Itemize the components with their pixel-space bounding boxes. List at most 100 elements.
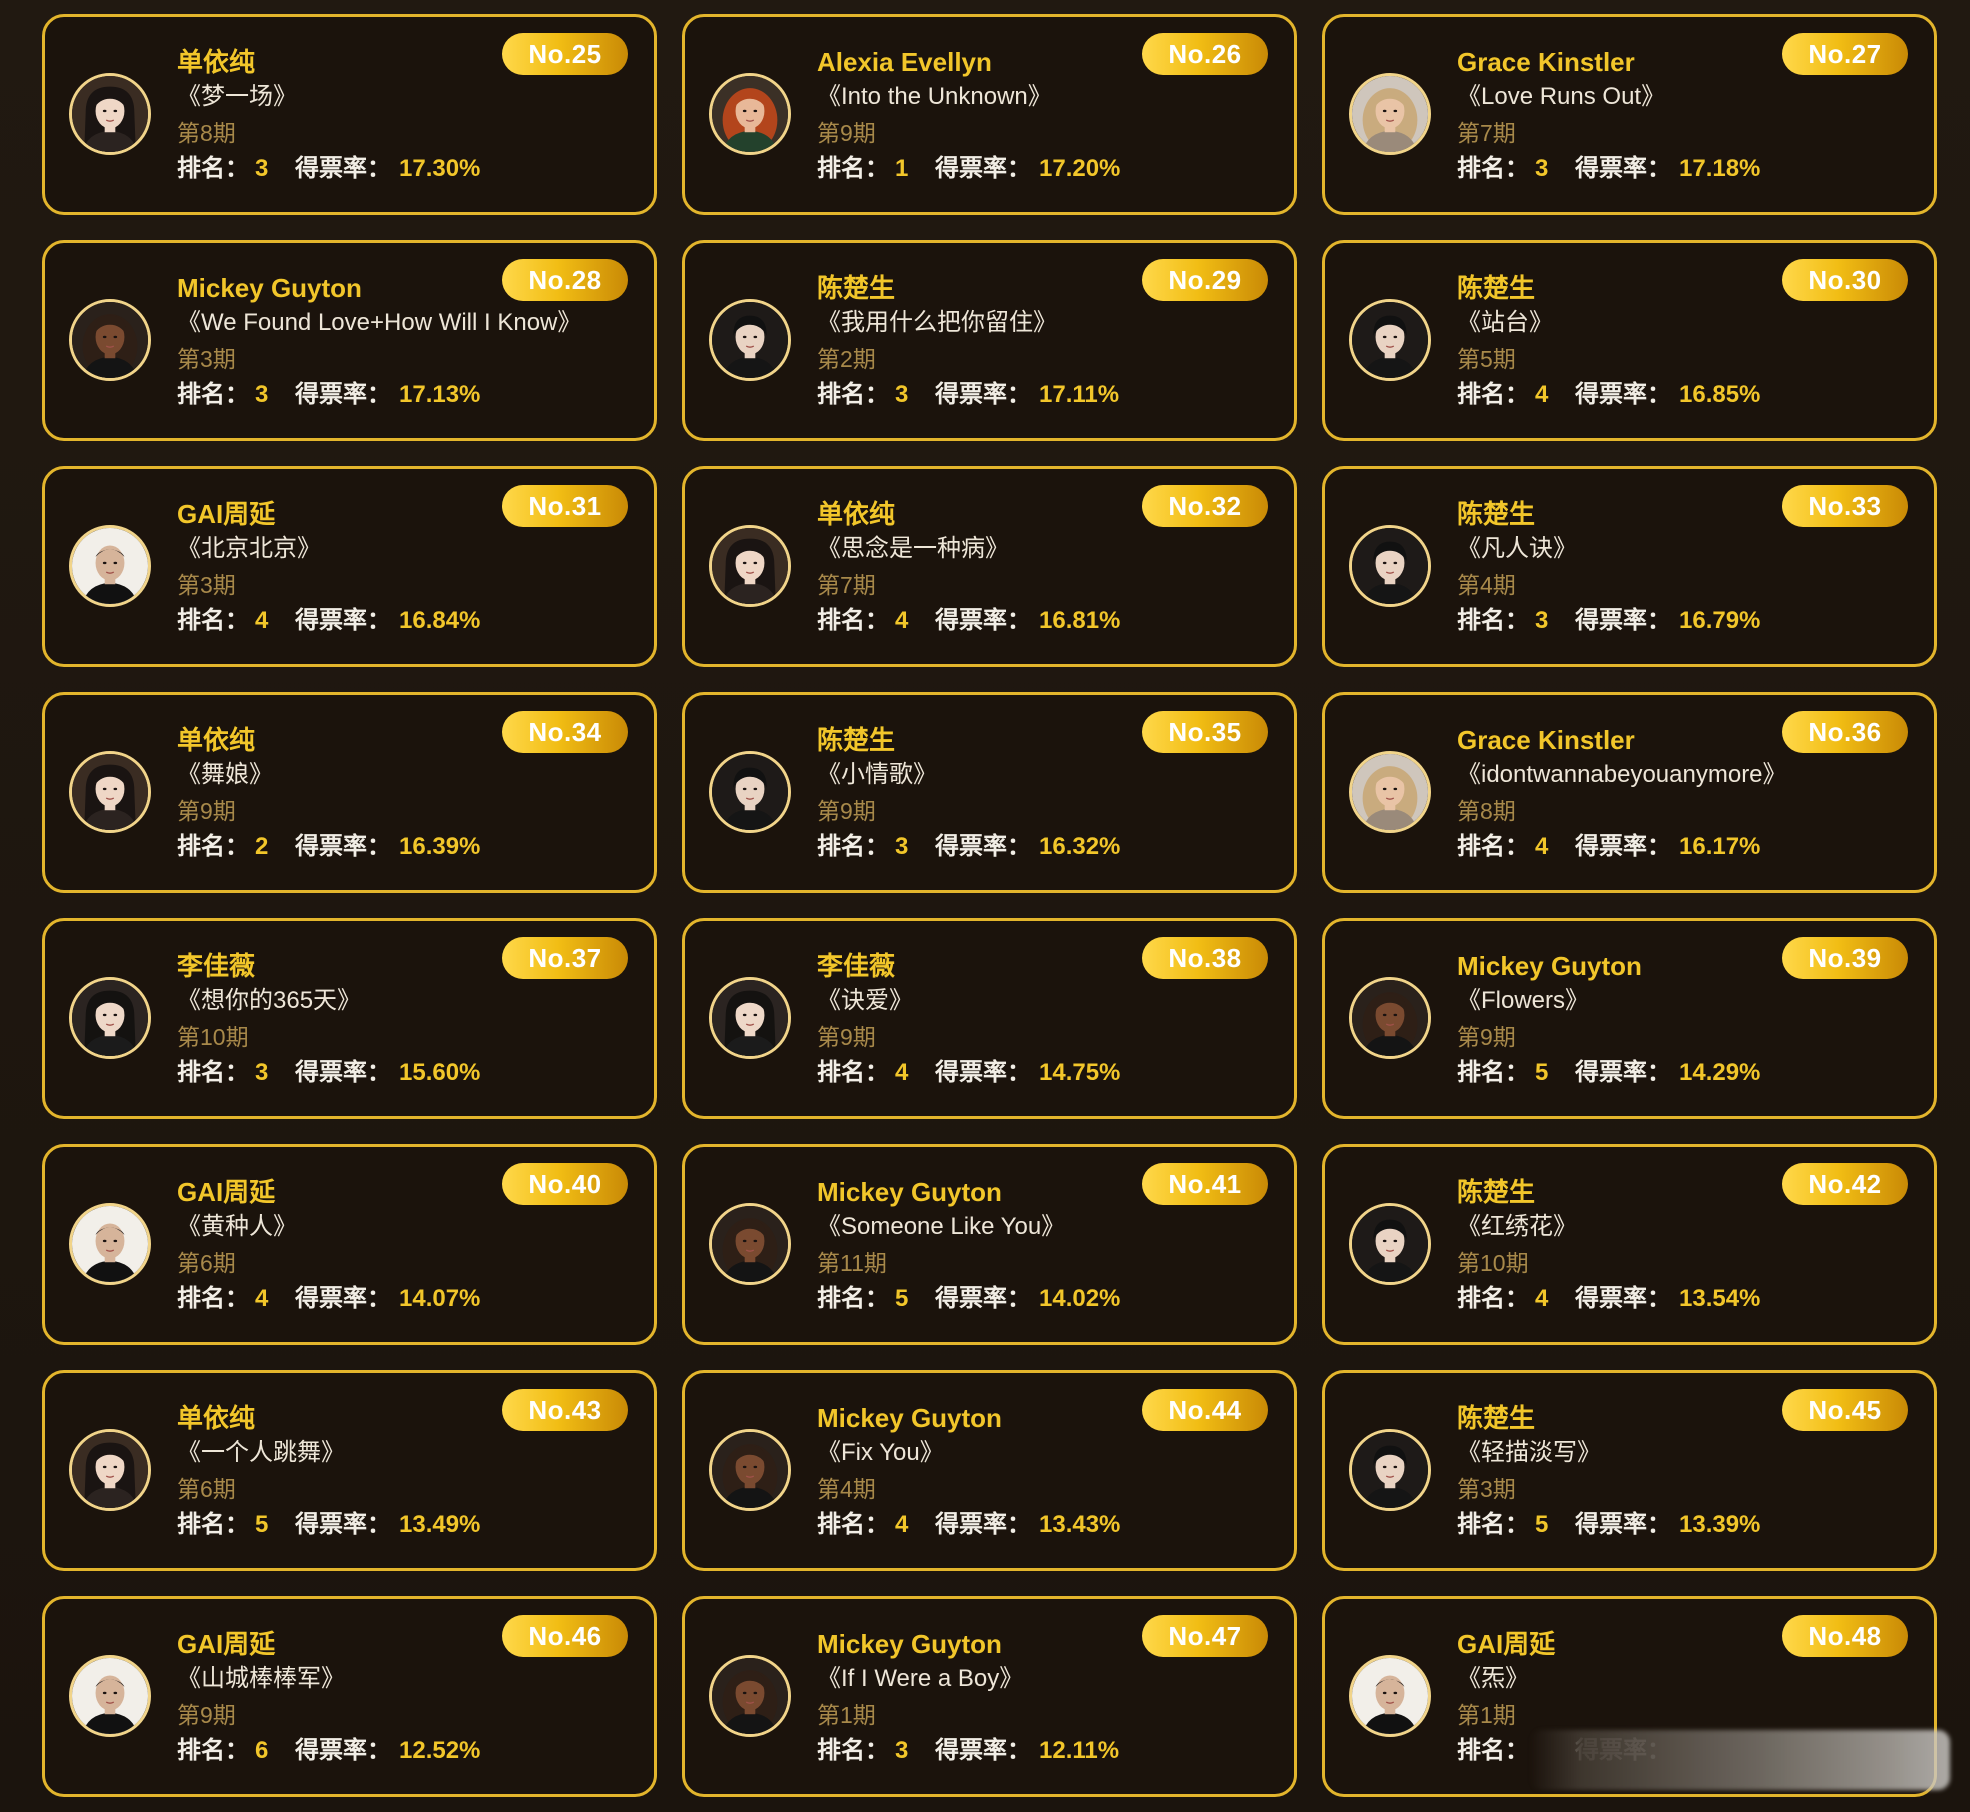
stats-line: 排名： 1 得票率： 17.20% (817, 151, 1284, 187)
episode-label: 第10期 (177, 1024, 249, 1050)
singer-name: GAI周延 (177, 1177, 276, 1207)
song-title: 《一个人跳舞》 (177, 1439, 345, 1466)
episode-rank-value: 5 (255, 1511, 269, 1538)
episode-label: 第5期 (1457, 346, 1516, 372)
ranking-card-no42[interactable]: No.42 陈楚生 《红绣花》 第10期 排名： 4 得票率： 13.54% (1322, 1144, 1937, 1345)
vote-rate-value: 12.52% (399, 1737, 481, 1764)
episode-rank-value: 4 (895, 1059, 909, 1086)
short-dark-hair-man-avatar (1349, 299, 1431, 381)
ranking-card-no29[interactable]: No.29 陈楚生 《我用什么把你留住》 第2期 排名： 3 得票率： 17.11% (682, 240, 1297, 441)
episode-rank-value: 3 (255, 1059, 269, 1086)
ranking-card-no33[interactable]: No.33 陈楚生 《凡人诀》 第4期 排名： 3 得票率： 16.79% (1322, 466, 1937, 667)
episode-label: 第9期 (817, 1024, 876, 1050)
short-dark-hair-man-avatar (1349, 1203, 1431, 1285)
ranking-card-no44[interactable]: No.44 Mickey Guyton 《Fix You》 第4期 排名： 4 得票… (682, 1370, 1297, 1571)
vote-rate-value: 13.39% (1679, 1511, 1761, 1538)
ranking-card-no36[interactable]: No.36 Grace Kinstler 《idontwannabeyouany… (1322, 692, 1937, 893)
song-title: 《小情歌》 (817, 761, 937, 788)
ranking-card-no28[interactable]: No.28 Mickey Guyton 《We Found Love+How W… (42, 240, 657, 441)
card-info: Mickey Guyton 《Fix You》 第4期 排名： 4 得票率： 13.4… (817, 1401, 1284, 1543)
vote-rate-label: 得票率： (935, 1059, 1031, 1086)
singer-name: GAI周延 (1457, 1629, 1556, 1659)
vote-rate-label: 得票率： (295, 607, 391, 634)
ranking-card-no31[interactable]: No.31 GAI周延 《北京北京》 第3期 排名： 4 得票率： 16.84% (42, 466, 657, 667)
card-info: Mickey Guyton 《If I Were a Boy》 第1期 排名： 3… (817, 1627, 1284, 1769)
episode-rank-value: 3 (1535, 155, 1549, 182)
vote-rate-value: 17.13% (399, 381, 481, 408)
episode-label: 第7期 (817, 572, 876, 598)
ranking-card-no45[interactable]: No.45 陈楚生 《轻描淡写》 第3期 排名： 5 得票率： 13.39% (1322, 1370, 1937, 1571)
episode-rank-value: 3 (1535, 607, 1549, 634)
vote-rate-label: 得票率： (295, 1059, 391, 1086)
rank-label: 排名： (1457, 381, 1529, 408)
rank-label: 排名： (817, 1511, 889, 1538)
stats-line: 排名： 4 得票率： 13.54% (1457, 1281, 1924, 1317)
vote-rate-value: 14.02% (1039, 1285, 1121, 1312)
stats-line: 排名： 4 得票率： 16.81% (817, 603, 1284, 639)
short-dark-hair-man-avatar (1349, 525, 1431, 607)
rank-label: 排名： (1457, 1059, 1529, 1086)
vote-rate-label: 得票率： (1575, 381, 1671, 408)
ranking-card-no25[interactable]: No.25 单依纯 《梦一场》 第8期 排名： 3 得票率： 17.30% (42, 14, 657, 215)
ranking-card-no40[interactable]: No.40 GAI周延 《黄种人》 第6期 排名： 4 得票率： 14.07% (42, 1144, 657, 1345)
singer-name: 陈楚生 (817, 273, 896, 303)
ranking-card-no26[interactable]: No.26 Alexia Evellyn 《Into the Unknown》 … (682, 14, 1297, 215)
episode-rank-value: 3 (255, 155, 269, 182)
card-info: 陈楚生 《站台》 第5期 排名： 4 得票率： 16.85% (1457, 271, 1924, 413)
episode-label: 第8期 (177, 120, 236, 146)
vote-rate-label: 得票率： (935, 155, 1031, 182)
ranking-card-no46[interactable]: No.46 GAI周延 《山城棒棒军》 第9期 排名： 6 得票率： 12.52% (42, 1596, 657, 1797)
singer-name: Alexia Evellyn (817, 47, 992, 77)
card-info: GAI周延 《黄种人》 第6期 排名： 4 得票率： 14.07% (177, 1175, 644, 1317)
ranking-card-no41[interactable]: No.41 Mickey Guyton 《Someone Like You》 第… (682, 1144, 1297, 1345)
singer-name: 李佳薇 (177, 951, 256, 981)
song-title: 《We Found Love+How Will I Know》 (177, 309, 582, 336)
dark-curly-hair-woman-avatar (709, 1203, 791, 1285)
stats-line: 排名： 3 得票率： 17.11% (817, 377, 1284, 413)
episode-rank-value: 4 (1535, 1285, 1549, 1312)
vote-rate-value: 14.75% (1039, 1059, 1121, 1086)
ranking-card-no30[interactable]: No.30 陈楚生 《站台》 第5期 排名： 4 得票率： 16.85% (1322, 240, 1937, 441)
episode-rank-value: 4 (895, 607, 909, 634)
ranking-page: No.25 单依纯 《梦一场》 第8期 排名： 3 得票率： 17.30% No.26… (0, 0, 1970, 1812)
stats-line: 排名： 3 得票率： 15.60% (177, 1055, 644, 1091)
vote-rate-value: 16.32% (1039, 833, 1121, 860)
card-info: Grace Kinstler 《Love Runs Out》 第7期 排名： 3 得… (1457, 45, 1924, 187)
episode-label: 第1期 (1457, 1702, 1516, 1728)
ranking-card-no37[interactable]: No.37 李佳薇 《想你的365天》 第10期 排名： 3 得票率： 15.60% (42, 918, 657, 1119)
song-title: 《Fix You》 (817, 1439, 944, 1466)
episode-label: 第9期 (177, 1702, 236, 1728)
song-title: 《诀爱》 (817, 987, 913, 1014)
stats-line: 排名： 2 得票率： 16.39% (177, 829, 644, 865)
vote-rate-value: 17.20% (1039, 155, 1121, 182)
card-info: Mickey Guyton 《Flowers》 第9期 排名： 5 得票率： 14.2… (1457, 949, 1924, 1091)
ranking-card-no38[interactable]: No.38 李佳薇 《诀爱》 第9期 排名： 4 得票率： 14.75% (682, 918, 1297, 1119)
stats-line: 排名： 3 得票率： 17.30% (177, 151, 644, 187)
song-title: 《轻描淡写》 (1457, 1439, 1601, 1466)
shaved-head-man-avatar (69, 1203, 151, 1285)
ranking-card-no35[interactable]: No.35 陈楚生 《小情歌》 第9期 排名： 3 得票率： 16.32% (682, 692, 1297, 893)
ranking-card-no43[interactable]: No.43 单依纯 《一个人跳舞》 第6期 排名： 5 得票率： 13.49% (42, 1370, 657, 1571)
episode-label: 第2期 (817, 346, 876, 372)
card-info: Alexia Evellyn 《Into the Unknown》 第9期 排名… (817, 45, 1284, 187)
card-info: 李佳薇 《想你的365天》 第10期 排名： 3 得票率： 15.60% (177, 949, 644, 1091)
vote-rate-label: 得票率： (1575, 1059, 1671, 1086)
vote-rate-label: 得票率： (295, 833, 391, 860)
rank-label: 排名： (1457, 155, 1529, 182)
card-info: 单依纯 《一个人跳舞》 第6期 排名： 5 得票率： 13.49% (177, 1401, 644, 1543)
episode-rank-value: 1 (895, 155, 909, 182)
song-title: 《炁》 (1457, 1665, 1529, 1692)
rank-label: 排名： (817, 155, 889, 182)
ranking-card-no39[interactable]: No.39 Mickey Guyton 《Flowers》 第9期 排名： 5 得票… (1322, 918, 1937, 1119)
singer-name: Grace Kinstler (1457, 47, 1635, 77)
stats-line: 排名： 3 得票率： 17.18% (1457, 151, 1924, 187)
ranking-card-no27[interactable]: No.27 Grace Kinstler 《Love Runs Out》 第7期… (1322, 14, 1937, 215)
rank-label: 排名： (817, 381, 889, 408)
ranking-card-no34[interactable]: No.34 单依纯 《舞娘》 第9期 排名： 2 得票率： 16.39% (42, 692, 657, 893)
ranking-card-no47[interactable]: No.47 Mickey Guyton 《If I Were a Boy》 第1… (682, 1596, 1297, 1797)
rank-label: 排名： (817, 607, 889, 634)
ranking-card-no32[interactable]: No.32 单依纯 《思念是一种病》 第7期 排名： 4 得票率： 16.81% (682, 466, 1297, 667)
song-title: 《If I Were a Boy》 (817, 1665, 1024, 1692)
episode-label: 第9期 (1457, 1024, 1516, 1050)
episode-label: 第4期 (817, 1476, 876, 1502)
